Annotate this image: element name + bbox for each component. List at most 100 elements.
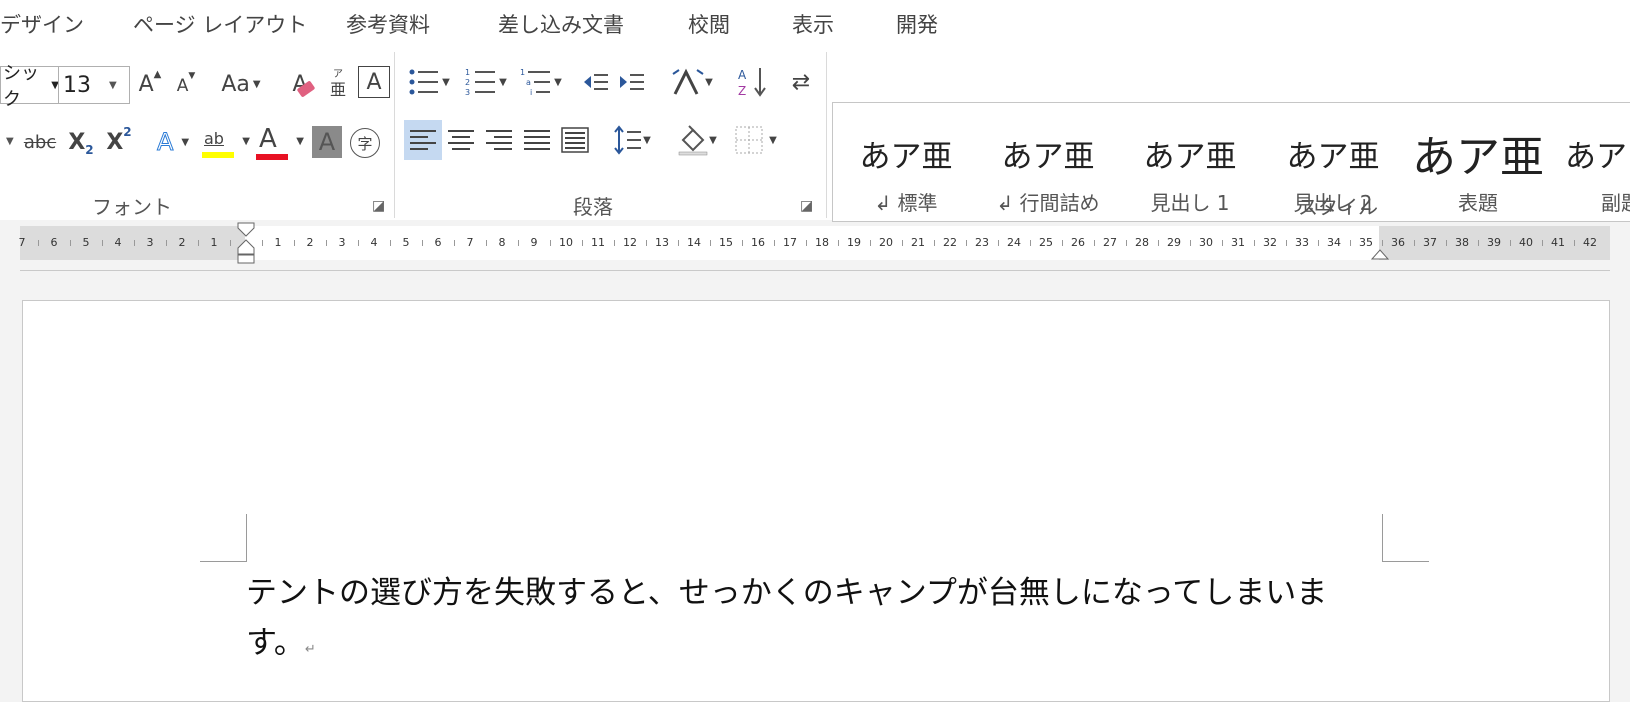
ruler-number: 10 [559,236,573,249]
ruler-number: 22 [943,236,957,249]
ruler-underline [20,270,1610,271]
underline-dropdown[interactable]: ▼ [6,136,14,147]
ruler-tick [1318,240,1319,246]
ruler-number: 8 [498,236,506,249]
subscript-button[interactable]: X2 [64,124,98,160]
align-left-button[interactable] [404,120,442,160]
tab-mailings[interactable]: 差し込み文書 [498,9,624,39]
font-color-swatch [256,154,288,160]
ruler-tick [1062,240,1063,246]
ruler-number: 12 [623,236,637,249]
ruler-tick [678,240,679,246]
line-spacing-button[interactable]: ▼ [606,120,658,160]
right-indent-marker-icon[interactable] [1371,244,1389,260]
tab-page-layout[interactable]: ページ レイアウト [133,9,307,39]
increase-indent-icon [620,74,644,90]
ruler-number: 28 [1135,236,1149,249]
ruler-number: 7 [18,236,26,249]
strikethrough-button[interactable]: abc [22,124,58,160]
ruler-number: 18 [815,236,829,249]
clear-formatting-button[interactable]: A [282,66,318,102]
ruler-number: 27 [1103,236,1117,249]
style-title[interactable]: あア亜 表題 [1403,103,1553,221]
tab-design[interactable]: デザイン [0,9,84,39]
ruler-number: 9 [530,236,538,249]
borders-button[interactable]: ▼ [730,120,782,160]
superscript-button[interactable]: X2 [102,124,136,160]
ruler-tick [1126,240,1127,246]
ruler-tick [1350,240,1351,246]
font-name-combobox[interactable]: シック ▼ [0,63,60,110]
ruler-tick [38,240,39,246]
svg-text:i: i [530,88,532,97]
bullets-button[interactable]: ▼ [404,64,454,100]
style-preview: あア亜 [859,139,953,175]
show-hide-marks-button[interactable]: ⇄ [784,66,818,98]
ruler-tick [806,240,807,246]
ruler-number: 42 [1583,236,1597,249]
borders-icon [735,126,763,154]
indent-markers-icon[interactable] [236,222,256,264]
crop-mark [200,561,247,562]
style-no-spacing[interactable]: あア亜 ↲ 行間詰め [978,103,1118,221]
text-effects-button[interactable]: A ▼ [150,124,196,160]
ruler-tick [486,240,487,246]
character-shading-button[interactable]: A [312,126,342,158]
ruler-tick [198,240,199,246]
ruler-number: 34 [1327,236,1341,249]
ruler-tick [1254,240,1255,246]
align-right-button[interactable] [480,120,518,160]
horizontal-ruler[interactable]: 7 6 5 4 3 2 1 1 2 3 4 5 6 7 8 9 10 11 12 13 14 15 16 17 18 19 20 21… [18,222,1610,264]
character-shading-icon: A [318,128,336,156]
font-size-combobox[interactable]: 13 ▼ [58,66,130,104]
character-border-button[interactable]: A [358,66,390,98]
ruler-tick [518,240,519,246]
highlighter-icon: ab [204,128,224,148]
asian-layout-icon [672,68,704,95]
paragraph-dialog-launcher-icon[interactable]: ◪ [800,198,813,214]
highlight-color-button[interactable]: ab ▼ [202,122,252,164]
asian-layout-button[interactable]: ▼ [668,64,716,100]
tab-view[interactable]: 表示 [792,9,834,39]
tab-developer[interactable]: 開発 [896,9,938,39]
numbering-button[interactable]: 1 2 3 ▼ [460,64,512,100]
ruler-tick [902,240,903,246]
change-case-button[interactable]: Aa ▼ [216,66,266,102]
styles-gallery: あア亜 ↲ 標準 あア亜 ↲ 行間詰め あア亜 見出し 1 あア亜 見出し 2 … [832,102,1630,222]
tab-review[interactable]: 校閲 [688,9,730,39]
align-center-button[interactable] [442,120,480,160]
ruler-number: 21 [911,236,925,249]
tab-references[interactable]: 参考資料 [346,9,430,39]
ruler-tick [166,240,167,246]
ruler-number: 31 [1231,236,1245,249]
ruler-tick [1542,240,1543,246]
font-size-value: 13 [63,72,91,98]
ruler-tick [102,240,103,246]
shrink-font-button[interactable]: A ▼ [172,70,200,102]
decrease-indent-button[interactable] [580,66,612,98]
enclose-characters-button[interactable]: 字 [350,128,380,158]
style-subtitle[interactable]: あア 副題 [1561,103,1630,221]
font-color-button[interactable]: A ▼ [256,122,306,164]
grow-font-icon: A [138,71,154,97]
ruler-number: 11 [591,236,605,249]
phonetic-guide-button[interactable]: ア 亜 [326,64,350,104]
grow-font-button[interactable]: A ▲ [135,66,165,102]
increase-indent-button[interactable] [616,66,648,98]
ruler-tick [774,240,775,246]
paragraph-shading-button[interactable]: ▼ [672,120,722,160]
distributed-align-icon [561,127,589,153]
ruler-number: 20 [879,236,893,249]
sort-button[interactable]: A Z [736,64,770,100]
ruler-number: 38 [1455,236,1469,249]
justify-button[interactable] [518,120,556,160]
style-normal[interactable]: あア亜 ↲ 標準 [836,103,976,221]
style-heading-1[interactable]: あア亜 見出し 1 [1120,103,1260,221]
document-body-text[interactable]: テントの選び方を失敗すると、せっかくのキャンプが台無しになってしまいます。↵ [246,568,1346,675]
font-dialog-launcher-icon[interactable]: ◪ [372,198,385,214]
multilevel-list-button[interactable]: 1 a i ▼ [516,64,566,100]
distributed-button[interactable] [556,120,594,160]
ruler-tick [1446,240,1447,246]
chevron-down-icon: ▼ [296,136,304,147]
paragraph-text: テントの選び方を失敗すると、せっかくのキャンプが台無しになってしまいます。 [246,575,1328,661]
